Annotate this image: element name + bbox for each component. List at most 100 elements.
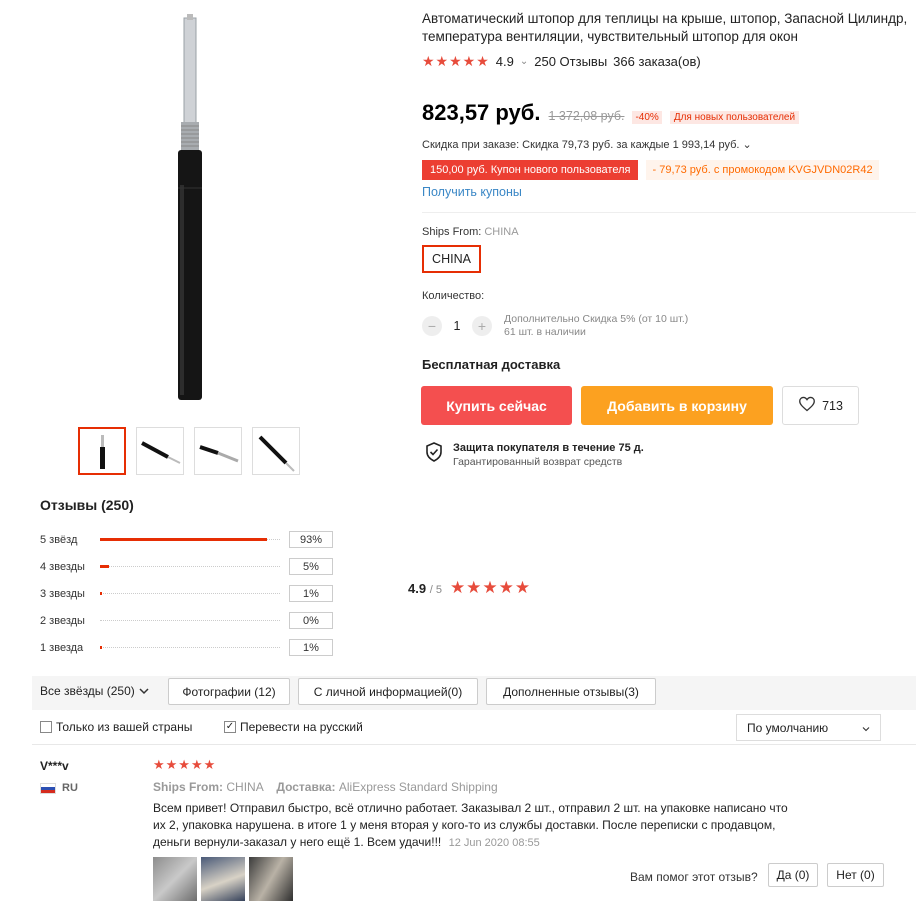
review-meta: Ships From: CHINA Доставка: AliExpress S… bbox=[153, 780, 498, 794]
rating-stars: ★★★★★ bbox=[422, 53, 490, 69]
current-price: 823,57 руб. bbox=[422, 100, 541, 125]
average-stars: ★★★★★ bbox=[449, 578, 532, 597]
ships-from-label: Ships From: CHINA bbox=[422, 226, 519, 238]
plus-icon[interactable]: + bbox=[472, 316, 492, 336]
rating-bar-fill bbox=[100, 646, 102, 649]
quantity-label: Количество: bbox=[422, 290, 485, 302]
review-photo-3[interactable] bbox=[249, 857, 293, 901]
all-stars-label: Все звёзды (250) bbox=[40, 684, 135, 698]
rating-bar-row[interactable]: 4 звезды 5% bbox=[40, 558, 333, 575]
rating-bar-label: 5 звёзд bbox=[40, 533, 78, 546]
review-ships-value: CHINA bbox=[226, 780, 264, 794]
chevron-down-icon bbox=[139, 684, 149, 698]
only-country-checkbox[interactable]: Только из вашей страны bbox=[40, 720, 192, 734]
all-stars-dropdown[interactable]: Все звёзды (250) bbox=[40, 684, 149, 698]
rating-bar-fill bbox=[100, 565, 109, 568]
helpful-no-button[interactable]: Нет (0) bbox=[827, 863, 884, 887]
ships-from-option[interactable]: CHINA bbox=[422, 245, 481, 273]
free-shipping: Бесплатная доставка bbox=[422, 357, 561, 372]
russia-flag-icon bbox=[40, 782, 56, 794]
rating-bar-fill bbox=[100, 592, 102, 595]
review-photo-2[interactable] bbox=[201, 857, 245, 901]
rating-bar-track bbox=[100, 592, 280, 595]
rating-bar-fill bbox=[100, 538, 267, 541]
rating-bar-percent: 1% bbox=[289, 585, 333, 602]
ships-from-label-text: Ships From: bbox=[422, 226, 482, 238]
filter-additional-button[interactable]: Дополненные отзывы(3) bbox=[486, 678, 656, 705]
thumbnail-4[interactable] bbox=[252, 427, 300, 475]
reviews-heading: Отзывы (250) bbox=[40, 497, 134, 513]
product-main-image[interactable] bbox=[60, 10, 320, 410]
discount-badge: -40% bbox=[632, 111, 662, 124]
avg-max: / 5 bbox=[429, 583, 442, 596]
rating-bar-track bbox=[100, 565, 280, 568]
quantity-note: Дополнительно Скидка 5% (от 10 шт.) 61 ш… bbox=[504, 313, 688, 339]
rating-row: ★★★★★ 4.9 ⌄ 250 Отзывы 366 заказа(ов) bbox=[422, 53, 701, 70]
review-delivery-label: Доставка: bbox=[276, 780, 336, 794]
coupon-row: 150,00 руб. Купон нового пользователя - … bbox=[422, 160, 879, 180]
rating-value: 4.9 bbox=[495, 54, 514, 69]
translate-checkbox[interactable]: ✓ Перевести на русский bbox=[224, 720, 363, 734]
promo-code-coupon[interactable]: - 79,73 руб. с промокодом KVGJVDN02R42 bbox=[646, 160, 879, 180]
reviewer-country: RU bbox=[40, 782, 78, 794]
filter-personal-info-button[interactable]: С личной информацией(0) bbox=[298, 678, 478, 705]
review-photo-1[interactable] bbox=[153, 857, 197, 901]
stock-note: 61 шт. в наличии bbox=[504, 326, 586, 338]
orders-count: 366 заказа(ов) bbox=[613, 54, 701, 69]
reviews-count-link[interactable]: 250 Отзывы bbox=[534, 54, 607, 69]
buyer-protection: Защита покупателя в течение 75 д. Гарант… bbox=[425, 442, 644, 468]
helpful-question: Вам помог этот отзыв? bbox=[630, 870, 758, 884]
review-date: 12 Jun 2020 08:55 bbox=[448, 837, 540, 849]
rating-bar-track bbox=[100, 538, 280, 541]
rating-bar-label: 1 звезда bbox=[40, 641, 84, 654]
review-photos bbox=[153, 857, 293, 901]
review-ships-label: Ships From: bbox=[153, 780, 224, 794]
protection-subtitle: Гарантированный возврат средств bbox=[453, 456, 623, 468]
rating-bar-label: 2 звезды bbox=[40, 614, 85, 627]
get-coupons-link[interactable]: Получить купоны bbox=[422, 185, 522, 199]
review-text: Всем привет! Отправил быстро, всё отличн… bbox=[153, 800, 793, 852]
rating-bar-row[interactable]: 2 звезды 0% bbox=[40, 612, 333, 629]
rating-bar-percent: 93% bbox=[289, 531, 333, 548]
product-title: Автоматический штопор для теплицы на кры… bbox=[422, 11, 908, 44]
wishlist-button[interactable]: 713 bbox=[782, 386, 859, 425]
average-rating: 4.9 / 5 ★★★★★ bbox=[408, 578, 531, 598]
minus-icon[interactable]: − bbox=[422, 316, 442, 336]
thumbnail-strip bbox=[78, 427, 300, 475]
ships-from-value: CHINA bbox=[484, 226, 519, 238]
bulk-discount-note: Дополнительно Скидка 5% (от 10 шт.) bbox=[504, 313, 689, 325]
helpful-yes-button[interactable]: Да (0) bbox=[768, 863, 818, 887]
add-to-cart-button[interactable]: Добавить в корзину bbox=[581, 386, 773, 425]
rating-bar-label: 4 звезды bbox=[40, 560, 85, 573]
checkbox-unchecked-icon[interactable] bbox=[40, 721, 52, 733]
rating-bar-track bbox=[100, 620, 280, 621]
store-discount[interactable]: Скидка при заказе: Скидка 79,73 руб. за … bbox=[422, 138, 752, 151]
sort-label: По умолчанию bbox=[747, 720, 829, 735]
new-user-coupon[interactable]: 150,00 руб. Купон нового пользователя bbox=[422, 160, 639, 180]
translate-label: Перевести на русский bbox=[240, 720, 363, 734]
checkbox-checked-icon[interactable]: ✓ bbox=[224, 721, 236, 733]
chevron-down-icon bbox=[862, 721, 870, 735]
review-delivery-value: AliExpress Standard Shipping bbox=[338, 780, 498, 794]
rating-bar-row[interactable]: 1 звезда 1% bbox=[40, 639, 333, 656]
rating-bar-row[interactable]: 5 звёзд 93% bbox=[40, 531, 333, 548]
divider bbox=[422, 212, 916, 213]
divider bbox=[32, 744, 916, 745]
thumbnail-2[interactable] bbox=[136, 427, 184, 475]
new-user-badge: Для новых пользователей bbox=[669, 111, 800, 124]
average-rating-value: 4.9 / 5 bbox=[408, 581, 442, 596]
avg-value: 4.9 bbox=[408, 580, 427, 596]
buy-now-button[interactable]: Купить сейчас bbox=[421, 386, 572, 425]
only-country-label: Только из вашей страны bbox=[56, 720, 193, 734]
quantity-stepper: − 1 + Дополнительно Скидка 5% (от 10 шт.… bbox=[422, 313, 688, 339]
shield-check-icon bbox=[425, 442, 443, 465]
quantity-value[interactable]: 1 bbox=[450, 319, 464, 333]
filter-photos-button[interactable]: Фотографии (12) bbox=[168, 678, 290, 705]
rating-bar-label: 3 звезды bbox=[40, 587, 85, 600]
thumbnail-1[interactable] bbox=[78, 427, 126, 475]
thumbnail-3[interactable] bbox=[194, 427, 242, 475]
rating-bar-row[interactable]: 3 звезды 1% bbox=[40, 585, 333, 602]
price-row: 823,57 руб. 1 372,08 руб. -40% Для новых… bbox=[422, 100, 800, 126]
rating-caret-icon[interactable]: ⌄ bbox=[520, 56, 528, 67]
sort-select[interactable]: По умолчанию bbox=[736, 714, 881, 741]
